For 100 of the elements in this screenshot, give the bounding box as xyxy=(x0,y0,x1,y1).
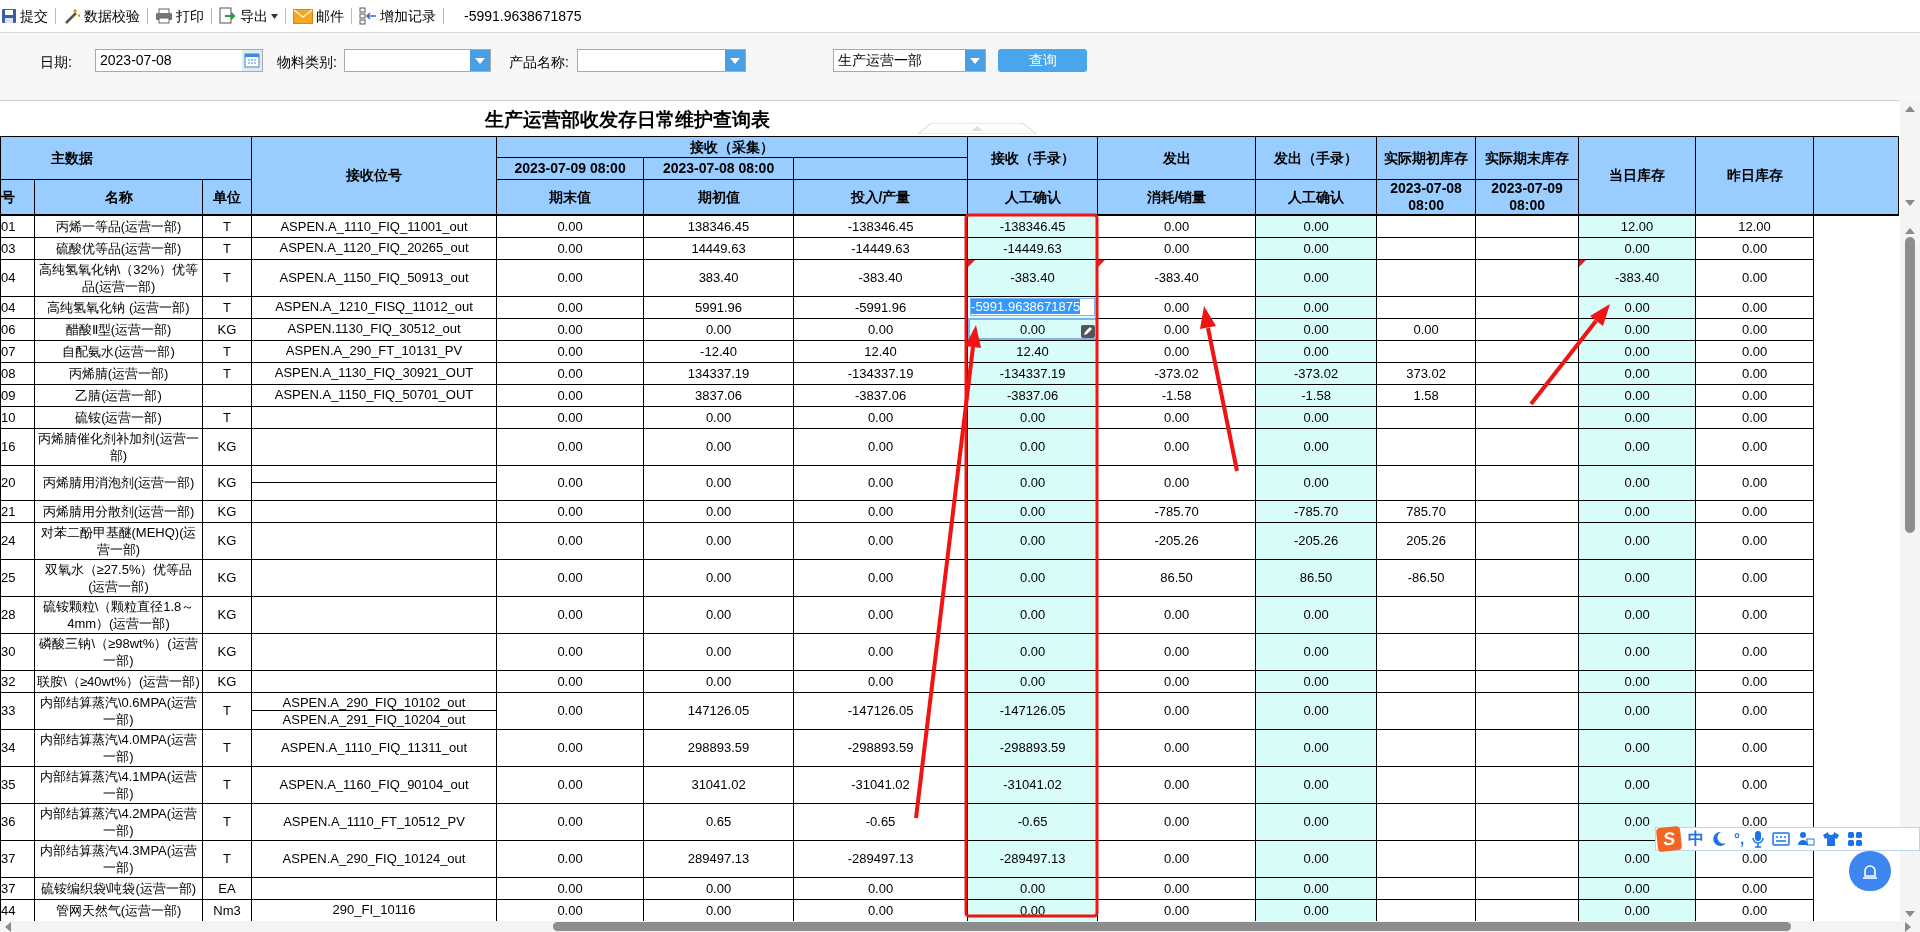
table-cell: 0.00 xyxy=(643,670,794,692)
table-cell: 0.00 xyxy=(1255,596,1377,633)
scroll-up-icon[interactable] xyxy=(1904,227,1916,235)
printer-icon xyxy=(155,8,173,24)
scroll-up-icon[interactable] xyxy=(1904,105,1916,113)
table-cell: 丙烯一等品(运营一部) xyxy=(34,215,203,237)
table-cell: 35 xyxy=(0,766,35,803)
table-cell: -383.40 xyxy=(1578,259,1696,296)
table-cell: KG xyxy=(202,318,252,340)
table-cell: 0.00 xyxy=(1695,428,1814,465)
table-cell: 硫铵(运营一部) xyxy=(34,406,203,428)
table-cell: 硫铵编织袋\吨袋(运营一部) xyxy=(34,877,203,899)
microphone-icon[interactable] xyxy=(1751,830,1766,848)
table-cell: 0.00 xyxy=(1578,559,1696,596)
dropdown-field[interactable]: 生产运营一部 xyxy=(833,49,986,72)
keyboard-icon[interactable] xyxy=(1772,832,1791,846)
table-cell: 0.00 xyxy=(1578,465,1696,500)
table-cell: 16 xyxy=(0,428,35,465)
table-cell: 0.00 xyxy=(1578,596,1696,633)
table-cell: 0.00 xyxy=(496,362,644,384)
table-cell: 0.00 xyxy=(1097,428,1256,465)
table-cell: ASPEN.A_1110_FT_10512_PV xyxy=(251,803,497,840)
value-text: -5991.9638671875 xyxy=(464,6,582,26)
table-cell: 28 xyxy=(0,596,35,633)
table-cell: T xyxy=(202,259,252,296)
scroll-down-icon[interactable] xyxy=(1904,199,1916,207)
table-cell: 0.00 xyxy=(643,428,794,465)
grid-icon[interactable] xyxy=(1847,831,1864,847)
moon-icon[interactable] xyxy=(1711,831,1727,847)
table-cell: 0.00 xyxy=(967,596,1098,633)
table-cell: 0.00 xyxy=(967,428,1098,465)
scroll-right-icon[interactable] xyxy=(1904,921,1912,932)
table-cell: 0.00 xyxy=(967,406,1098,428)
scroll-left-icon[interactable] xyxy=(4,921,12,932)
floating-action-button[interactable] xyxy=(1849,851,1891,891)
shirt-icon[interactable] xyxy=(1822,831,1841,847)
table-cell[interactable]: 0.00 xyxy=(967,318,1098,340)
table-cell: KG xyxy=(202,465,252,500)
dropdown-field[interactable] xyxy=(577,49,746,72)
table-cell: 0.00 xyxy=(496,692,644,729)
toolbar-button[interactable]: 提交 xyxy=(0,3,49,29)
toolbar-button[interactable]: 增加记录 xyxy=(358,3,437,29)
table-cell: 21 xyxy=(0,500,35,522)
table-cell: 0.00 xyxy=(496,406,644,428)
column-header: 期初值 xyxy=(643,179,794,215)
table-cell: 0.00 xyxy=(496,237,644,259)
table-cell: 20 xyxy=(0,465,35,500)
table-cell: 373.02 xyxy=(1376,362,1476,384)
table-cell: 01 xyxy=(0,215,35,237)
collapse-handle[interactable] xyxy=(918,123,1036,134)
table-cell: -86.50 xyxy=(1376,559,1476,596)
table-cell: 0.00 xyxy=(1097,692,1256,729)
table-cell: 乙腈(运营一部) xyxy=(34,384,203,406)
table-cell: 0.00 xyxy=(1097,840,1256,877)
column-header: 2023-07-08 08:00 xyxy=(1376,179,1476,215)
column-header: 实际期初库存 xyxy=(1376,136,1476,180)
table-cell: 3837.06 xyxy=(643,384,794,406)
table-cell: 0.00 xyxy=(1695,465,1814,500)
date-field[interactable]: 2023-07-08 xyxy=(95,49,263,72)
alarm-icon xyxy=(1861,862,1879,880)
add-rows-icon xyxy=(359,7,377,25)
dropdown-field[interactable] xyxy=(344,49,491,72)
table-cell: 86.50 xyxy=(1097,559,1256,596)
toolbar-button[interactable]: 数据校验 xyxy=(62,3,141,29)
table-cell: 双氧水（≥27.5%）优等品(运营一部) xyxy=(34,559,203,596)
mail-icon xyxy=(293,8,313,24)
table-cell: KG xyxy=(202,522,252,559)
calendar-icon[interactable] xyxy=(242,50,262,71)
table-cell: 0.00 xyxy=(1695,559,1814,596)
table-cell: 147126.05 xyxy=(643,692,794,729)
table-cell: 37 xyxy=(0,840,35,877)
toolbar-button[interactable]: 邮件 xyxy=(292,3,345,29)
scroll-down-icon[interactable] xyxy=(1904,910,1916,918)
table-cell: 0.00 xyxy=(1695,766,1814,803)
column-header: 号 xyxy=(0,179,35,215)
table-cell: KG xyxy=(202,633,252,670)
column-header: 实际期末库存 xyxy=(1475,136,1579,180)
column-header: 2023-07-09 08:00 xyxy=(496,157,644,180)
table-cell: 0.00 xyxy=(496,384,644,406)
table-cell: 0.00 xyxy=(496,840,644,877)
table-cell: -147126.05 xyxy=(967,692,1098,729)
table-cell: 30 xyxy=(0,633,35,670)
toolbar-button[interactable]: 导出 xyxy=(218,3,279,29)
table-cell: 0.00 xyxy=(1255,633,1377,670)
table-cell: 内部结算蒸汽\4.1MPA(运营一部) xyxy=(34,766,203,803)
table-cell: 0.00 xyxy=(496,296,644,318)
table-cell: 0.00 xyxy=(496,500,644,522)
table-cell: KG xyxy=(202,596,252,633)
table-cell: -383.40 xyxy=(967,259,1098,296)
scrollbar-thumb[interactable] xyxy=(553,922,1791,931)
scrollbar-thumb[interactable] xyxy=(1905,237,1915,533)
table-cell: 高纯氢氧化钠\（32%）优等品(运营一部) xyxy=(34,259,203,296)
table-cell: 134337.19 xyxy=(643,362,794,384)
person-card-icon[interactable] xyxy=(1797,831,1816,847)
table-cell: 138346.45 xyxy=(643,215,794,237)
table-cell: 0.00 xyxy=(643,465,794,500)
table-cell: 0.00 xyxy=(1097,670,1256,692)
toolbar-button[interactable]: 打印 xyxy=(154,3,205,29)
pencil-icon[interactable] xyxy=(1081,324,1096,338)
table-cell: 785.70 xyxy=(1376,500,1476,522)
